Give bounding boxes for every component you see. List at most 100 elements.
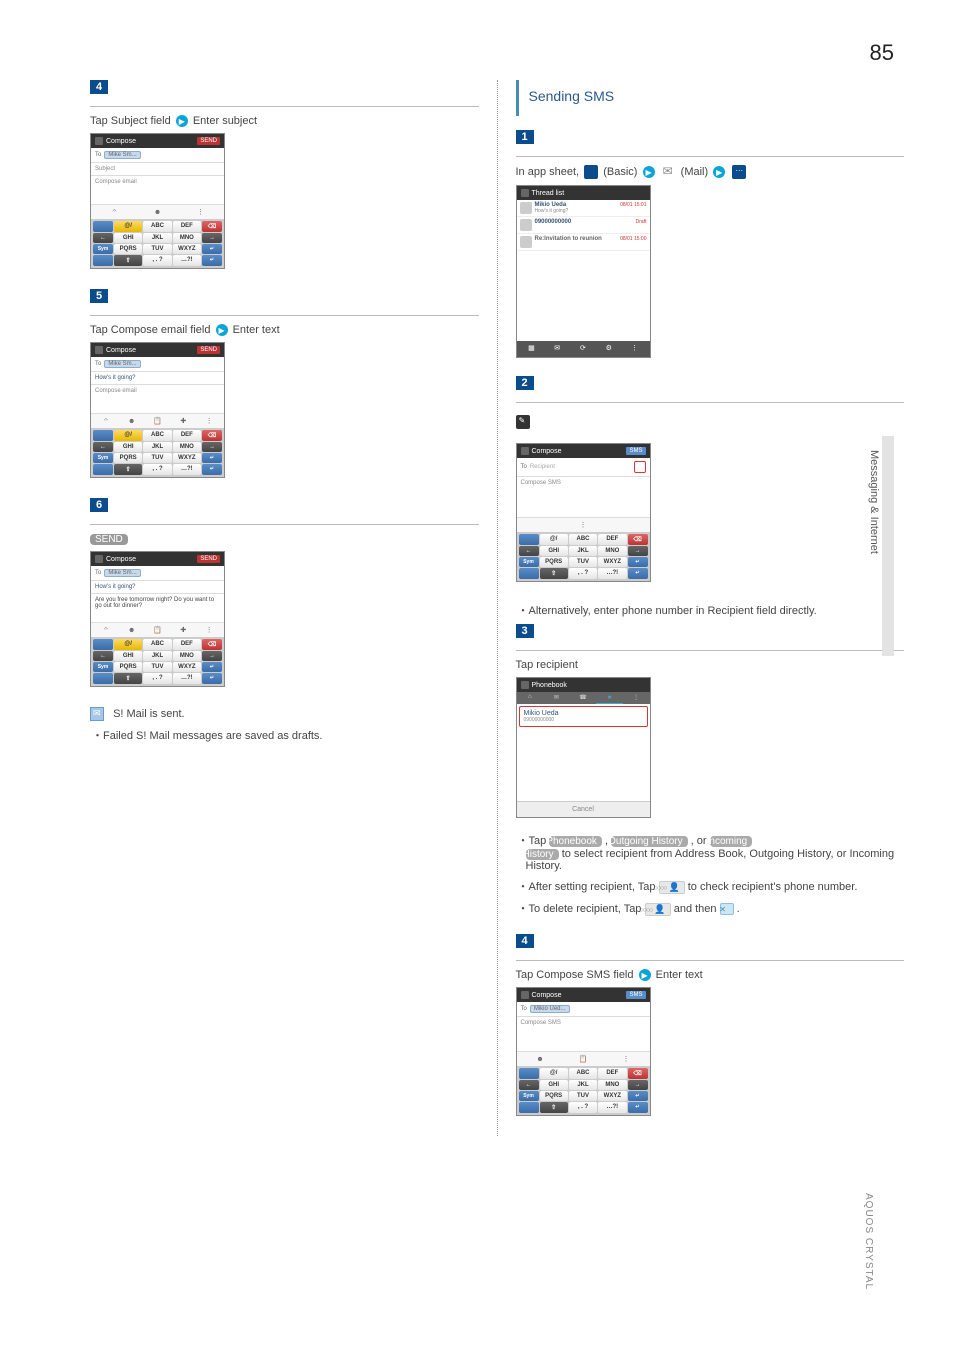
key[interactable]: GHI [114, 233, 142, 243]
add-recipient-highlight[interactable] [634, 461, 646, 473]
key[interactable]: …?! [173, 464, 201, 475]
smiley-icon[interactable]: ☻ [127, 625, 137, 635]
key[interactable]: ABC [143, 221, 171, 232]
keypad[interactable]: @/ ABC DEF ⌫ ← GHI JKL MNO → Sym PQRS TU… [517, 532, 650, 581]
key[interactable]: , . ? [143, 673, 171, 684]
menu-icon[interactable]: ⋮ [621, 1054, 631, 1064]
key[interactable] [93, 639, 113, 650]
menu-icon[interactable]: ⋮ [204, 625, 214, 635]
phonebook-entry[interactable]: Mikio Ueda 09000000000 [519, 706, 648, 727]
key[interactable]: ABC [143, 430, 171, 441]
key[interactable]: ⇧ [540, 568, 568, 579]
paste-icon[interactable]: 📋 [578, 1054, 588, 1064]
key[interactable]: DEF [173, 430, 201, 441]
add-icon[interactable]: ✚ [178, 625, 188, 635]
key[interactable]: , . ? [569, 568, 597, 579]
sms-button[interactable]: SMS [626, 447, 645, 455]
outgoing-history-button[interactable]: Outgoing History [611, 836, 687, 847]
phonebook-button[interactable]: Phonebook [549, 836, 602, 847]
clip-icon[interactable]: 𝄐 [110, 207, 120, 217]
body-field[interactable]: Compose SMS [517, 1017, 650, 1051]
smiley-icon[interactable]: ☻ [535, 1054, 545, 1064]
key[interactable]: JKL [143, 442, 171, 452]
key[interactable]: → [202, 233, 222, 243]
key[interactable]: TUV [569, 557, 597, 567]
key[interactable]: ↵ [202, 453, 222, 463]
key[interactable] [519, 568, 539, 579]
key[interactable] [93, 673, 113, 684]
key[interactable]: GHI [540, 1080, 568, 1090]
key[interactable]: ↵ [628, 557, 648, 567]
key[interactable]: , . ? [143, 464, 171, 475]
key[interactable]: ↵ [628, 1091, 648, 1101]
key[interactable] [93, 464, 113, 475]
key[interactable]: GHI [114, 651, 142, 661]
key-enter[interactable]: ↵ [202, 673, 222, 684]
key[interactable]: → [202, 442, 222, 452]
key[interactable]: ↵ [202, 662, 222, 672]
key[interactable] [93, 430, 113, 441]
key[interactable]: → [202, 651, 222, 661]
key-backspace[interactable]: ⌫ [628, 1068, 648, 1079]
key[interactable]: Sym [93, 453, 113, 463]
key[interactable]: , . ? [569, 1102, 597, 1113]
phonebook-tab[interactable]: ☎ [570, 692, 597, 704]
key[interactable]: @/ [540, 1068, 568, 1079]
key[interactable]: ABC [569, 1068, 597, 1079]
key[interactable]: ABC [569, 534, 597, 545]
key-backspace[interactable]: ⌫ [202, 221, 222, 232]
key[interactable]: @/ [540, 534, 568, 545]
keypad[interactable]: @/ ABC DEF ⌫ ← GHI JKL MNO → Sym PQRS TU… [91, 428, 224, 477]
body-field[interactable]: Are you free tomorrow night? Do you want… [91, 594, 224, 622]
key[interactable] [93, 221, 113, 232]
key[interactable]: …?! [173, 255, 201, 266]
key[interactable]: …?! [598, 1102, 626, 1113]
key[interactable]: DEF [598, 1068, 626, 1079]
paste-icon[interactable]: 📋 [152, 625, 162, 635]
footer-icon[interactable]: ⋮ [630, 344, 640, 354]
key[interactable]: MNO [598, 546, 626, 556]
send-button[interactable]: SEND [197, 346, 220, 354]
key[interactable]: JKL [569, 1080, 597, 1090]
recipient-tag[interactable]: 👤 [645, 903, 671, 916]
keypad[interactable]: @/ ABC DEF ⌫ ← GHI JKL MNO → Sym PQRS TU… [91, 637, 224, 686]
key-backspace[interactable]: ⌫ [628, 534, 648, 545]
phonebook-tab[interactable]: ✉ [543, 692, 570, 704]
key[interactable]: MNO [173, 651, 201, 661]
recipient-tag[interactable]: 👤 [659, 881, 685, 894]
clip-icon[interactable]: 𝄐 [101, 625, 111, 635]
key-backspace[interactable]: ⌫ [202, 639, 222, 650]
key[interactable]: WXYZ [173, 244, 201, 254]
subject-field[interactable]: Subject [91, 163, 224, 176]
key[interactable] [519, 1102, 539, 1113]
key[interactable]: Sym [519, 557, 539, 567]
menu-icon[interactable]: ⋮ [578, 520, 588, 530]
menu-icon[interactable]: ⋮ [196, 207, 206, 217]
key[interactable]: ← [519, 1080, 539, 1090]
key[interactable]: PQRS [540, 557, 568, 567]
key[interactable]: PQRS [114, 453, 142, 463]
recipient-placeholder[interactable]: Recipient [530, 464, 555, 470]
thread-item[interactable]: Re:Invitation to reunion 08/01 15:00 [517, 234, 650, 251]
key[interactable]: , . ? [143, 255, 171, 266]
key[interactable]: ← [93, 651, 113, 661]
key[interactable]: JKL [143, 233, 171, 243]
thread-item[interactable]: 09000000000 Draft [517, 217, 650, 234]
key[interactable]: @/ [114, 221, 142, 232]
key-enter[interactable]: ↵ [202, 464, 222, 475]
key[interactable]: ⇧ [540, 1102, 568, 1113]
recipient-chip[interactable]: Mike Sm... [104, 569, 140, 577]
add-icon[interactable]: ✚ [178, 416, 188, 426]
send-label[interactable]: SEND [90, 534, 128, 545]
key[interactable]: ↵ [202, 244, 222, 254]
key[interactable]: Sym [93, 662, 113, 672]
key[interactable]: PQRS [114, 244, 142, 254]
sms-button[interactable]: SMS [626, 991, 645, 999]
key[interactable]: ABC [143, 639, 171, 650]
key[interactable]: …?! [173, 673, 201, 684]
menu-icon[interactable]: ⋮ [204, 416, 214, 426]
subject-field[interactable]: How's it going? [91, 372, 224, 385]
cancel-button[interactable]: Cancel [517, 801, 650, 817]
smiley-icon[interactable]: ☻ [153, 207, 163, 217]
keypad[interactable]: @/ ABC DEF ⌫ ← GHI JKL MNO → Sym PQRS TU… [91, 219, 224, 268]
